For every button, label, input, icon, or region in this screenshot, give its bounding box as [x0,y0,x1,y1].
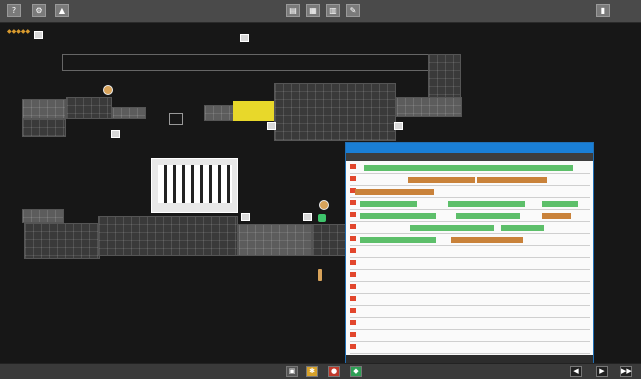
row-marker [350,296,356,301]
node-block-right[interactable] [428,54,461,102]
timeline-clip[interactable] [455,213,521,219]
row-marker [350,248,356,253]
timeline-row[interactable] [350,295,590,306]
row-marker [350,344,356,349]
node-block[interactable] [24,223,100,259]
bottom-toolbar: ▣ ✱ ● ◆ ◀ ▶ ▶▶ [0,363,641,379]
timeline-row[interactable] [350,199,590,210]
node-avatar-icon[interactable] [319,200,329,210]
selected-node[interactable] [233,101,274,121]
timeline-row[interactable] [350,307,590,318]
timeline-clip[interactable] [410,225,494,231]
node-block[interactable] [204,105,234,121]
frame-button[interactable]: ▣ [286,366,298,377]
timeline-grid[interactable] [350,163,590,355]
timeline-row[interactable] [350,175,590,186]
fast-forward-button[interactable]: ▶▶ [620,366,632,377]
node-block[interactable] [22,119,66,137]
node-port[interactable] [394,122,403,130]
timeline-clip[interactable] [450,237,523,243]
row-marker [350,212,356,217]
node-block-wide[interactable] [98,216,238,256]
play-button[interactable]: ◆ [350,366,362,377]
timeline-row[interactable] [350,187,590,198]
status-label: ◆◆◆◆◆ [7,28,31,35]
timeline-row[interactable] [350,235,590,246]
edit-button[interactable]: ✎ [346,4,360,17]
node-block[interactable] [396,97,462,117]
row-marker [350,176,356,181]
row-marker [350,272,356,277]
node-port[interactable] [303,213,312,221]
node-block[interactable] [312,224,346,256]
timeline-window[interactable] [345,142,594,365]
timeline-row[interactable] [350,271,590,282]
row-marker [350,236,356,241]
timeline-clip[interactable] [359,237,437,243]
timeline-clip[interactable] [477,177,547,183]
status-toggle[interactable] [34,31,43,39]
user-button[interactable]: ▮ [596,4,610,17]
row-marker [350,332,356,337]
node-handle[interactable] [169,113,183,125]
timeline-clip[interactable] [501,225,545,231]
timeline-row[interactable] [350,163,590,174]
node-port[interactable] [111,130,120,138]
node-avatar-icon[interactable] [103,85,113,95]
record-button[interactable]: ● [328,366,340,377]
row-marker [350,164,356,169]
timeline-row[interactable] [350,319,590,330]
upload-button[interactable]: ▲ [55,4,69,17]
pin-icon [318,269,322,281]
timeline-row[interactable] [350,211,590,222]
row-marker [350,224,356,229]
top-toolbar: ? ⚙ ▲ ▤ ▦ ▥ ✎ ▮ [0,0,641,23]
row-marker [350,320,356,325]
timeline-row[interactable] [350,331,590,342]
node-block[interactable] [66,97,112,119]
timeline-clip[interactable] [359,213,437,219]
node-block[interactable] [22,209,64,223]
row-marker [350,200,356,205]
window-tabs [346,153,593,161]
row-marker [350,308,356,313]
status-ok-icon [318,214,326,222]
timeline-row[interactable] [350,223,590,234]
group-frame[interactable] [62,54,430,71]
help-button[interactable]: ? [7,4,21,17]
node-block[interactable] [112,107,146,119]
node-block-large[interactable] [274,83,396,141]
node-block[interactable] [238,224,312,256]
timeline-clip[interactable] [364,165,574,171]
timeline-clip[interactable] [542,201,578,207]
timeline-clip[interactable] [448,201,526,207]
keyboard-panel[interactable] [151,158,238,213]
node-port[interactable] [267,122,276,130]
timeline-row[interactable] [350,283,590,294]
node-block[interactable] [22,99,66,119]
effect-button[interactable]: ✱ [306,366,318,377]
prev-button[interactable]: ◀ [570,366,582,377]
timeline-clip[interactable] [407,177,475,183]
timeline-row[interactable] [350,259,590,270]
timeline-clip[interactable] [542,213,571,219]
node-port-top[interactable] [240,34,249,42]
view-list-button[interactable]: ▤ [286,4,300,17]
timeline-row[interactable] [350,343,590,354]
next-button[interactable]: ▶ [596,366,608,377]
view-panel-button[interactable]: ▥ [326,4,340,17]
timeline-clip[interactable] [359,201,418,207]
row-marker [350,260,356,265]
window-title [346,143,593,153]
node-port[interactable] [241,213,250,221]
timeline-clip[interactable] [354,189,434,195]
settings-button[interactable]: ⚙ [32,4,46,17]
row-marker [350,284,356,289]
timeline-row[interactable] [350,247,590,258]
view-grid-button[interactable]: ▦ [306,4,320,17]
